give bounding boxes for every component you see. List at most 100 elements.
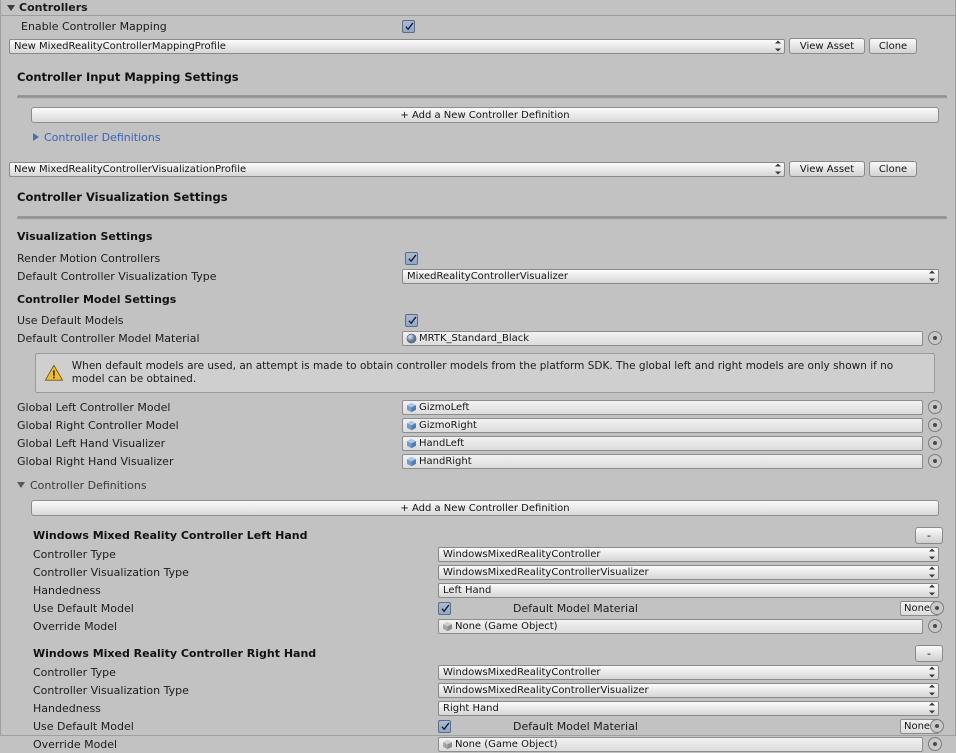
chevron-down-icon xyxy=(7,5,15,11)
handedness-dropdown[interactable]: Left Hand xyxy=(438,583,939,598)
handedness-dropdown[interactable]: Right Hand xyxy=(438,701,939,716)
use-default-model-row: Use Default Model Default Model Material… xyxy=(9,599,947,617)
use-default-model-checkbox[interactable] xyxy=(438,602,451,615)
controller-type-row: Controller Type WindowsMixedRealityContr… xyxy=(9,545,947,563)
default-models-warning-box: When default models are used, an attempt… xyxy=(35,353,935,393)
use-default-models-row: Use Default Models xyxy=(9,311,947,329)
object-picker-icon[interactable] xyxy=(928,436,942,450)
override-model-objectfield[interactable]: None (Game Object) xyxy=(438,619,923,634)
global-model-value: HandRight xyxy=(419,455,472,468)
definition-title: Windows Mixed Reality Controller Left Ha… xyxy=(9,529,307,542)
visualization-type-value: WindowsMixedRealityControllerVisualizer xyxy=(443,685,649,696)
default-visualization-type-dropdown[interactable]: MixedRealityControllerVisualizer xyxy=(402,269,939,284)
override-model-row: Override Model None (Game Object) xyxy=(9,735,947,753)
chevron-down-icon xyxy=(17,482,25,488)
remove-definition-button[interactable]: - xyxy=(915,645,943,662)
chevron-updown-icon xyxy=(928,549,935,560)
visualization-type-label: Controller Visualization Type xyxy=(9,684,189,697)
object-picker-icon[interactable] xyxy=(928,454,942,468)
render-motion-controllers-label: Render Motion Controllers xyxy=(9,252,160,265)
chevron-updown-icon xyxy=(774,41,781,52)
remove-definition-button[interactable]: - xyxy=(915,527,943,544)
global-model-row: Global Right Controller Model GizmoRight xyxy=(9,416,947,434)
definition-title: Windows Mixed Reality Controller Right H… xyxy=(9,647,316,660)
controller-definitions-foldout-expanded[interactable]: Controller Definitions xyxy=(9,477,947,493)
default-model-material-value: MRTK_Standard_Black xyxy=(419,332,529,345)
view-asset-button-visualization[interactable]: View Asset xyxy=(789,161,865,177)
controller-type-label: Controller Type xyxy=(9,666,116,679)
enable-controller-mapping-row: Enable Controller Mapping xyxy=(9,16,947,36)
visualization-type-dropdown[interactable]: WindowsMixedRealityControllerVisualizer xyxy=(438,565,939,580)
global-model-objectfield[interactable]: GizmoRight xyxy=(402,418,923,433)
prefab-cube-icon xyxy=(406,420,417,431)
override-model-value: None (Game Object) xyxy=(455,620,558,633)
use-default-models-label: Use Default Models xyxy=(9,314,124,327)
global-model-value: GizmoRight xyxy=(419,419,477,432)
visualization-type-row: Controller Visualization Type WindowsMix… xyxy=(9,563,947,581)
default-models-warning-text: When default models are used, an attempt… xyxy=(72,360,926,386)
view-asset-button[interactable]: View Asset xyxy=(789,38,865,54)
add-controller-definition-button-bottom[interactable]: + Add a New Controller Definition xyxy=(31,500,939,516)
enable-controller-mapping-checkbox[interactable] xyxy=(402,20,415,33)
object-picker-icon[interactable] xyxy=(928,331,942,345)
global-model-row: Global Right Hand Visualizer HandRight xyxy=(9,452,947,470)
override-model-label: Override Model xyxy=(9,738,117,751)
mapping-profile-dropdown[interactable]: New MixedRealityControllerMappingProfile xyxy=(9,39,785,54)
input-mapping-section-header: Controller Input Mapping Settings xyxy=(9,70,947,84)
use-default-models-checkbox[interactable] xyxy=(405,314,418,327)
clone-button-visualization[interactable]: Clone xyxy=(869,161,917,177)
visualization-settings-subheader: Visualization Settings xyxy=(9,230,947,243)
visualization-type-row: Controller Visualization Type WindowsMix… xyxy=(9,681,947,699)
override-model-objectfield[interactable]: None (Game Object) xyxy=(438,737,923,752)
global-model-label: Global Left Hand Visualizer xyxy=(9,437,165,450)
clone-button[interactable]: Clone xyxy=(869,38,917,54)
controllers-foldout-header[interactable]: Controllers xyxy=(1,0,955,16)
add-controller-definition-button-top[interactable]: + Add a New Controller Definition xyxy=(31,107,939,123)
object-picker-icon[interactable] xyxy=(930,601,944,615)
global-model-objectfield[interactable]: HandLeft xyxy=(402,436,923,451)
object-picker-icon[interactable] xyxy=(928,400,942,414)
handedness-label: Handedness xyxy=(9,702,101,715)
chevron-updown-icon xyxy=(928,703,935,714)
default-visualization-type-value: MixedRealityControllerVisualizer xyxy=(407,271,568,282)
visualization-profile-dropdown[interactable]: New MixedRealityControllerVisualizationP… xyxy=(9,162,785,177)
chevron-updown-icon xyxy=(928,667,935,678)
global-model-label: Global Right Controller Model xyxy=(9,419,179,432)
mapping-profile-row: New MixedRealityControllerMappingProfile… xyxy=(9,36,947,56)
controller-definitions-foldout-collapsed[interactable]: Controller Definitions xyxy=(9,129,947,145)
controller-definitions-expanded-label: Controller Definitions xyxy=(30,479,147,492)
global-model-value: HandLeft xyxy=(419,437,464,450)
visualization-type-dropdown[interactable]: WindowsMixedRealityControllerVisualizer xyxy=(438,683,939,698)
handedness-label: Handedness xyxy=(9,584,101,597)
object-picker-icon[interactable] xyxy=(928,418,942,432)
controller-definition-item: Windows Mixed Reality Controller Left Ha… xyxy=(9,525,947,635)
global-model-objectfield[interactable]: GizmoLeft xyxy=(402,400,923,415)
render-motion-controllers-checkbox[interactable] xyxy=(405,252,418,265)
handedness-row: Handedness Left Hand xyxy=(9,581,947,599)
default-model-material-label: Default Controller Model Material xyxy=(9,332,200,345)
chevron-right-icon xyxy=(33,133,39,141)
override-model-label: Override Model xyxy=(9,620,117,633)
controller-model-settings-subheader: Controller Model Settings xyxy=(9,293,947,306)
visualization-profile-row: New MixedRealityControllerVisualizationP… xyxy=(9,159,947,179)
gameobject-cube-icon xyxy=(442,621,453,632)
chevron-updown-icon xyxy=(928,685,935,696)
global-model-row: Global Left Controller Model GizmoLeft xyxy=(9,398,947,416)
material-sphere-icon xyxy=(406,333,417,344)
warning-icon xyxy=(44,363,64,383)
default-model-material-objectfield[interactable]: MRTK_Standard_Black xyxy=(402,331,923,346)
object-picker-icon[interactable] xyxy=(930,719,944,733)
controller-type-dropdown[interactable]: WindowsMixedRealityController xyxy=(438,665,939,680)
use-default-model-checkbox[interactable] xyxy=(438,720,451,733)
controller-definition-item: Windows Mixed Reality Controller Right H… xyxy=(9,643,947,753)
chevron-updown-icon xyxy=(928,271,935,282)
page-title: Controllers xyxy=(19,0,88,15)
chevron-updown-icon xyxy=(774,164,781,175)
object-picker-icon[interactable] xyxy=(928,619,942,633)
override-model-value: None (Game Object) xyxy=(455,738,558,751)
handedness-row: Handedness Right Hand xyxy=(9,699,947,717)
prefab-cube-icon xyxy=(406,456,417,467)
object-picker-icon[interactable] xyxy=(928,737,942,751)
global-model-objectfield[interactable]: HandRight xyxy=(402,454,923,469)
controller-type-dropdown[interactable]: WindowsMixedRealityController xyxy=(438,547,939,562)
